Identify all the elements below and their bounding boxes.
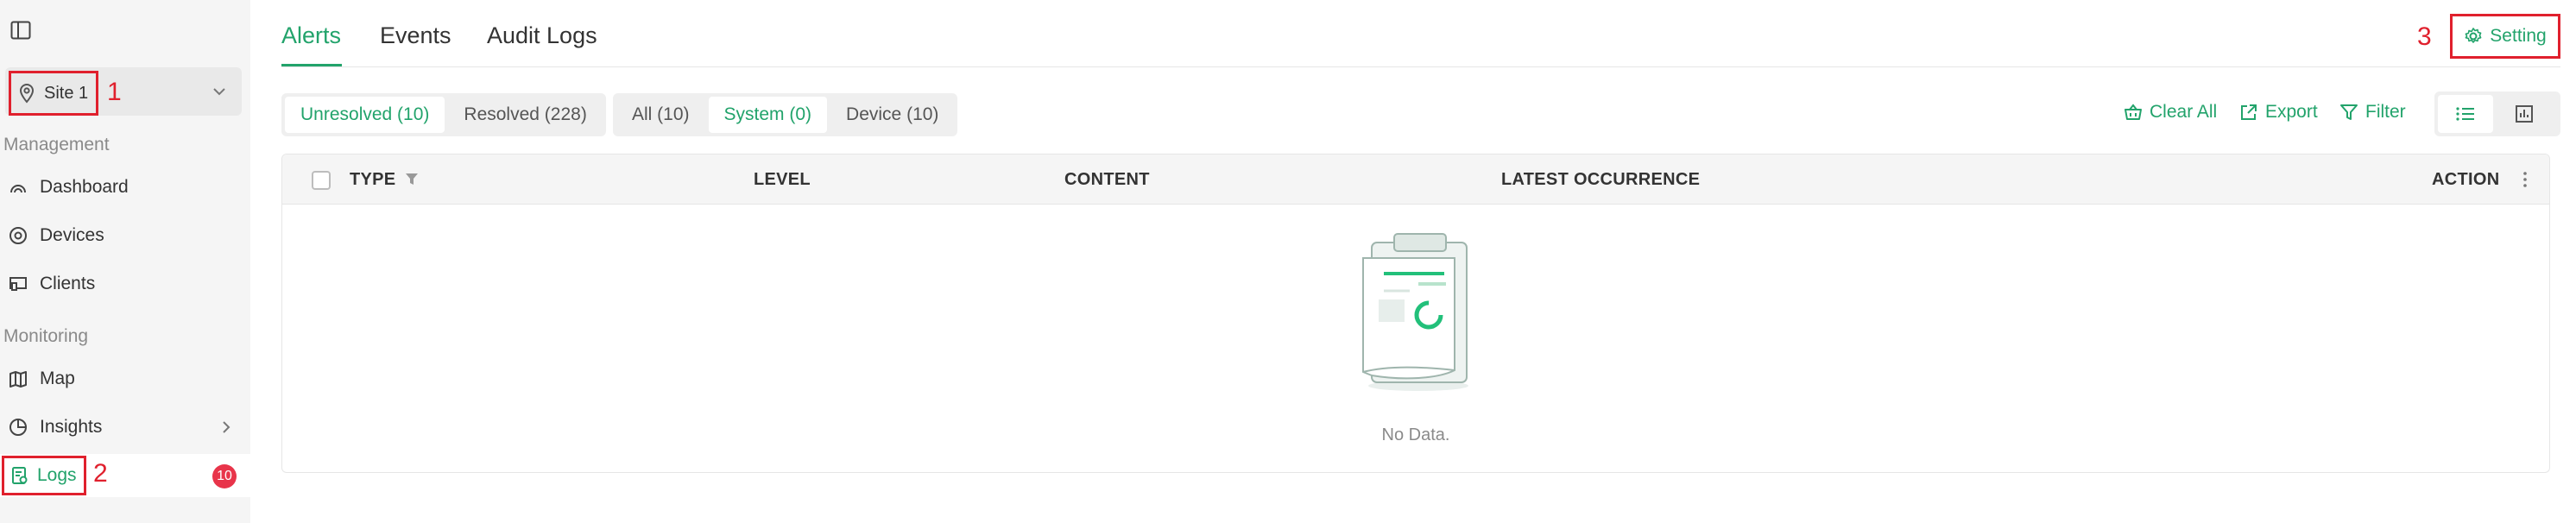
sidebar-item-insights[interactable]: Insights [0,406,250,449]
annotation-number-1: 1 [107,78,122,106]
sidebar-item-label: Devices [40,225,104,245]
dashboard-gauge-icon [10,185,26,193]
select-all-checkbox[interactable] [312,171,331,190]
setting-button[interactable]: Setting [2450,14,2560,59]
funnel-icon [2340,104,2358,120]
empty-state-text: No Data. [1381,425,1450,444]
sidebar-item-label: Insights [40,417,103,437]
filter-label: Filter [2365,102,2406,122]
filter-device[interactable]: Device (10) [830,97,954,133]
export-icon [2241,104,2257,120]
sidebar-item-logs[interactable]: Logs [2,456,86,495]
empty-state: No Data. [282,205,2549,474]
column-filter-icon[interactable] [405,172,419,187]
export-button[interactable]: Export [2239,102,2318,123]
tab-bar: Alerts Events Audit Logs [281,0,2560,67]
chart-view-button[interactable] [2497,95,2552,133]
site-highlight-box[interactable]: Site 1 [9,71,98,116]
column-header-latest-occurrence: LATEST OCCURRENCE [1501,170,1701,189]
section-label-monitoring: Monitoring [3,326,89,346]
view-toggle [2434,91,2560,136]
pie-chart-icon [9,419,27,436]
sidebar-item-label: Dashboard [40,177,129,197]
column-header-type: TYPE [350,170,396,189]
site-selector[interactable]: Site 1 [5,67,242,116]
filter-button[interactable]: Filter [2339,102,2406,123]
alerts-table: TYPE LEVEL CONTENT LATEST OCCURRENCE ACT… [281,154,2550,473]
source-filter: All (10) System (0) Device (10) [613,93,958,136]
list-icon [2456,107,2474,121]
column-settings-kebab-icon[interactable] [2522,170,2529,189]
table-header: TYPE LEVEL CONTENT LATEST OCCURRENCE ACT… [282,154,2549,205]
tab-events[interactable]: Events [380,22,451,49]
filter-all[interactable]: All (10) [616,97,705,133]
clear-all-button[interactable]: Clear All [2124,102,2217,123]
empty-clipboard-illustration [1362,233,1468,391]
sidebar: Site 1 1 Management Dashboard Devices Cl… [0,0,250,523]
logs-count-badge: 10 [212,464,237,488]
sidebar-item-map[interactable]: Map [0,357,250,400]
filter-unresolved[interactable]: Unresolved (10) [285,97,445,133]
clients-monitor-icon [9,277,27,291]
site-name: Site 1 [44,83,89,103]
sidebar-item-devices[interactable]: Devices [0,214,250,257]
sidebar-item-label: Logs [37,465,77,485]
logs-document-icon [12,467,28,484]
annotation-number-2: 2 [93,459,108,488]
map-icon [9,371,27,388]
sidebar-toggle-icon[interactable] [10,21,33,40]
sidebar-item-dashboard[interactable]: Dashboard [0,166,250,209]
bar-chart-icon [2516,105,2533,123]
sidebar-item-label: Clients [40,274,96,293]
tab-alerts[interactable]: Alerts [281,22,341,49]
sidebar-item-clients[interactable]: Clients [0,262,250,306]
section-label-management: Management [3,135,110,154]
list-view-button[interactable] [2438,95,2493,133]
chevron-down-icon[interactable] [211,83,228,100]
location-pin-icon [19,83,35,104]
filter-resolved[interactable]: Resolved (228) [448,97,602,133]
export-label: Export [2265,102,2318,122]
basket-icon [2125,104,2142,120]
annotation-number-3: 3 [2417,22,2432,51]
main-content: Alerts Events Audit Logs 3 Setting Unres… [250,0,2576,523]
column-header-level: LEVEL [754,170,811,189]
chevron-right-icon[interactable] [219,419,233,435]
active-tab-indicator [281,64,342,66]
column-header-content: CONTENT [1064,170,1150,189]
tab-audit-logs[interactable]: Audit Logs [487,22,597,49]
sidebar-item-label: Map [40,369,75,388]
setting-label: Setting [2490,26,2547,46]
column-header-action: ACTION [2432,170,2500,189]
gear-icon [2465,28,2482,43]
filter-system[interactable]: System (0) [708,97,828,133]
clear-all-label: Clear All [2150,102,2218,122]
device-icon [9,227,27,244]
status-filter: Unresolved (10) Resolved (228) [281,93,606,136]
